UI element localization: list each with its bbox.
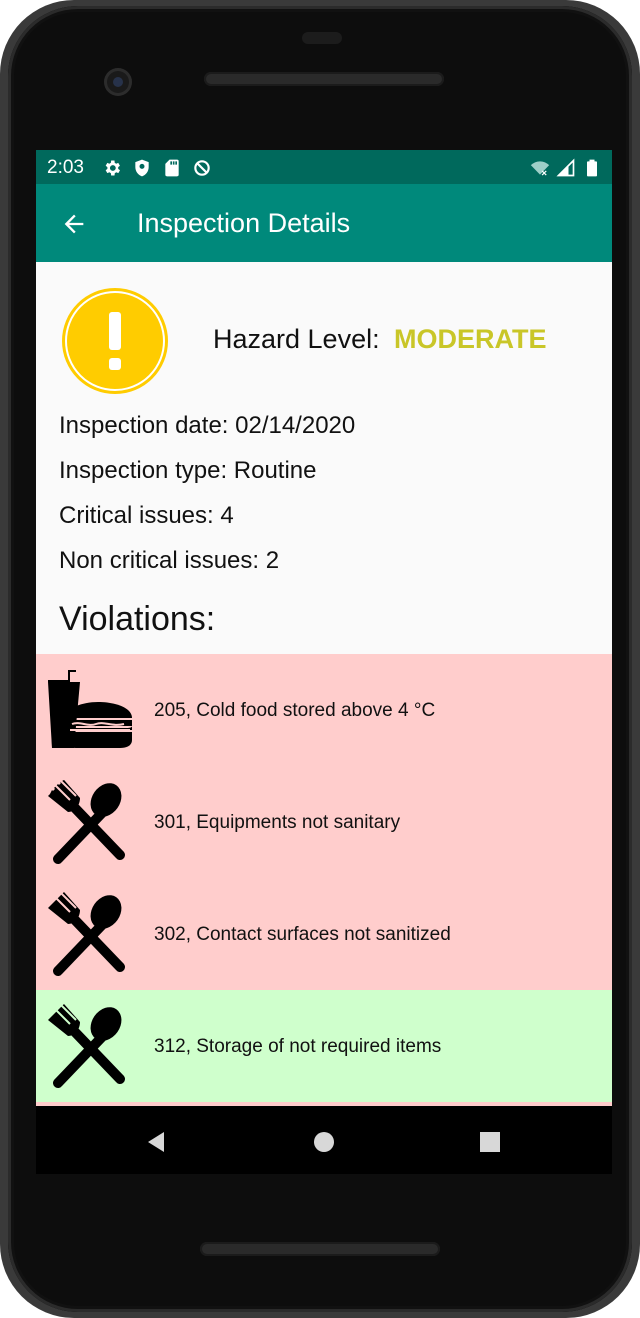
violation-item[interactable]: 205, Cold food stored above 4 °C (36, 654, 612, 766)
critical-issues: Critical issues: 4 (59, 502, 234, 529)
earpiece (302, 32, 342, 44)
hazard-level-value: MODERATE (394, 324, 547, 354)
violation-item[interactable]: 312, Storage of not required items (36, 990, 612, 1102)
exclamation-warning-icon (62, 288, 168, 394)
page-title: Inspection Details (137, 208, 351, 238)
inspection-content: Hazard Level: MODERATE Inspection date: … (36, 262, 612, 1106)
violation-text: 302, Contact surfaces not sanitized (154, 924, 451, 945)
utensils-icon (48, 1004, 125, 1088)
status-icons-right (530, 158, 602, 178)
violation-text: 205, Cold food stored above 4 °C (154, 700, 436, 721)
inspection-type: Inspection type: Routine (59, 457, 317, 484)
violations-list: 205, Cold food stored above 4 °C 301, Eq… (36, 654, 612, 1102)
violation-item[interactable]: 302, Contact surfaces not sanitized (36, 878, 612, 990)
violations-heading: Violations: (59, 600, 216, 638)
inspection-date: Inspection date: 02/14/2020 (59, 412, 356, 439)
shield-icon (135, 159, 149, 177)
status-icons-left (102, 158, 212, 178)
violation-text: 301, Equipments not sanitary (154, 812, 401, 833)
violation-text: 312, Storage of not required items (154, 1036, 442, 1057)
non-critical-issues: Non critical issues: 2 (59, 547, 280, 574)
battery-icon (587, 159, 597, 177)
navigation-bar (36, 1106, 612, 1174)
sd-card-icon (165, 159, 179, 177)
gear-icon (105, 160, 120, 176)
status-bar: 2:03 (36, 150, 612, 184)
app-bar: Inspection Details (36, 184, 612, 262)
sync-off-icon (194, 160, 210, 176)
bottom-speaker (200, 1242, 440, 1256)
utensils-icon (48, 892, 125, 976)
wifi-off-icon (530, 161, 550, 176)
hazard-level-label: Hazard Level: (213, 324, 380, 354)
back-triangle-icon[interactable] (142, 1128, 170, 1156)
fast-food-icon (48, 670, 132, 748)
utensils-icon (48, 780, 125, 864)
status-time: 2:03 (47, 157, 84, 178)
arrow-back-icon (64, 214, 84, 234)
cell-signal-icon (556, 158, 575, 177)
screen: 2:03 Inspection Details Hazard Level: MO… (36, 150, 612, 1106)
back-button[interactable] (56, 206, 92, 242)
top-speaker (204, 72, 444, 86)
recents-square-icon[interactable] (476, 1128, 504, 1156)
front-camera-icon (104, 68, 132, 96)
violation-item[interactable]: 301, Equipments not sanitary (36, 766, 612, 878)
home-circle-icon[interactable] (310, 1128, 338, 1156)
